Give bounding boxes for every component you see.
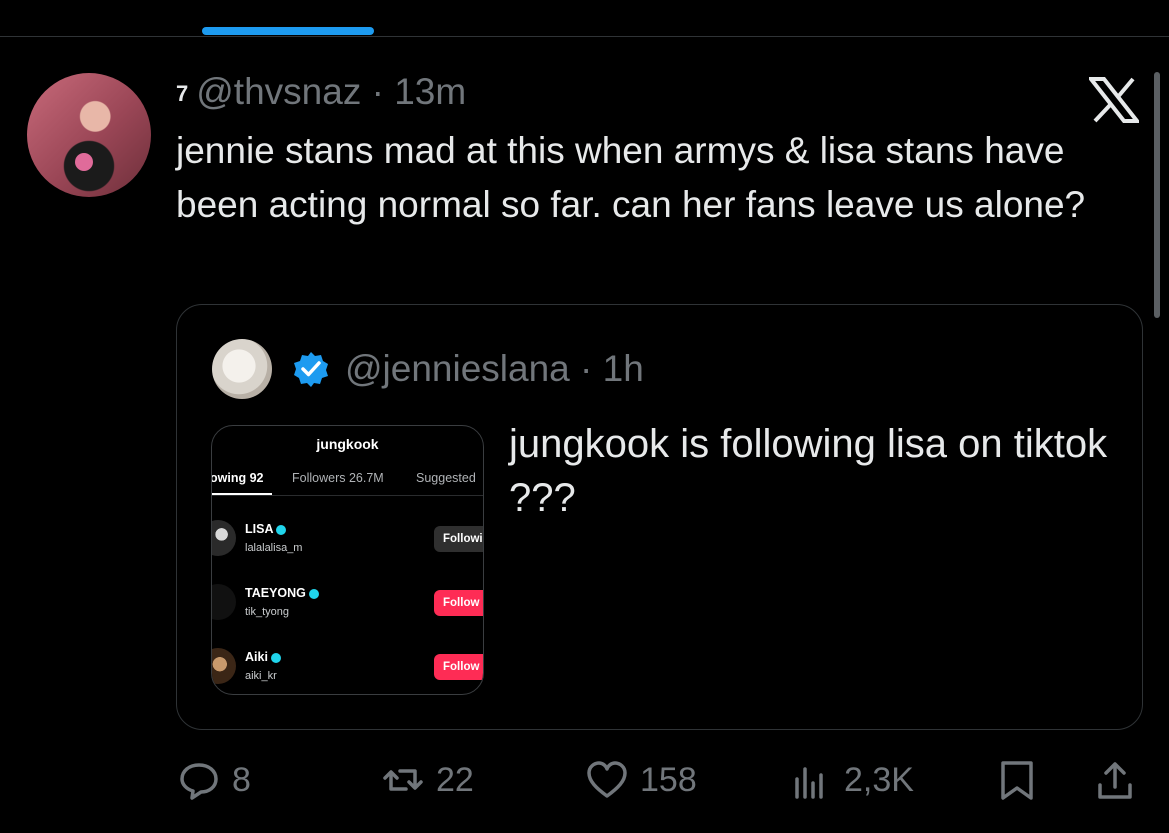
avatar-detail: [75, 153, 93, 171]
author-display-name[interactable]: 7: [176, 81, 188, 106]
account-handle: lalalalisa_m: [245, 542, 303, 554]
verified-icon: [270, 652, 281, 663]
tab-indicator: [202, 27, 374, 35]
follow-button: Follow: [434, 590, 483, 616]
reply-icon: [180, 763, 218, 800]
like-button[interactable]: 158: [586, 752, 697, 808]
avatar: [212, 584, 236, 620]
reply-count: 8: [232, 760, 251, 799]
header-divider: [0, 36, 1169, 37]
avatar: [212, 648, 236, 684]
author-avatar[interactable]: [27, 73, 151, 197]
x-logo-icon: [1089, 77, 1139, 123]
like-icon: [587, 761, 627, 798]
tweet-header: 7 @thvsnaz · 13m: [176, 70, 466, 114]
like-count: 158: [640, 760, 697, 799]
retweet-count: 22: [436, 760, 474, 799]
account-name: Aiki: [245, 650, 281, 664]
quoted-tweet-text: jungkook is following lisa on tiktok ???: [509, 422, 1108, 520]
follow-button: Follow: [434, 654, 483, 680]
tweet-text: jennie stans mad at this when armys & li…: [176, 130, 1086, 225]
author-handle[interactable]: @thvsnaz: [196, 71, 361, 112]
reply-button[interactable]: 8: [178, 752, 251, 808]
tab-following: owing 92: [211, 471, 264, 485]
views-icon: [795, 767, 823, 799]
account-handle: aiki_kr: [245, 670, 277, 682]
tab-divider: [212, 495, 483, 496]
header-separator: ·: [361, 71, 395, 112]
share-icon: [1098, 762, 1132, 799]
avatar: [212, 520, 236, 556]
quoted-tweet[interactable]: @jennieslana · 1h jungkook owing 92 Foll…: [176, 304, 1143, 730]
tiktok-profile-title: jungkook: [316, 436, 379, 452]
following-button: Followi: [434, 526, 483, 552]
list-item: LISA lalalalisa_m Followi: [212, 518, 483, 574]
tab-followers: Followers 26.7M: [292, 471, 384, 485]
account-handle: tik_tyong: [245, 606, 290, 618]
verified-badge-icon: [294, 352, 328, 387]
views-button[interactable]: 2,3K: [790, 752, 914, 808]
list-item: Aiki aiki_kr Follow: [212, 646, 483, 694]
quoted-author-handle[interactable]: @jennieslana: [345, 348, 570, 389]
verified-icon: [308, 588, 319, 599]
retweet-icon: [383, 769, 423, 791]
bookmark-icon: [1001, 761, 1033, 800]
account-name: LISA: [245, 522, 287, 536]
action-bar: 8 22 158 2,3K: [0, 752, 1169, 808]
quoted-header-separator: ·: [569, 348, 603, 389]
attached-image[interactable]: jungkook owing 92 Followers 26.7M Sugges…: [211, 425, 484, 695]
views-count: 2,3K: [844, 760, 914, 799]
list-item: TAEYONG tik_tyong Follow: [212, 582, 483, 638]
tweet-time[interactable]: 13m: [394, 71, 466, 112]
tab-suggested: Suggested: [416, 471, 476, 485]
quoted-author-avatar[interactable]: [212, 339, 272, 399]
share-button[interactable]: [1094, 752, 1136, 808]
scrollbar[interactable]: [1154, 72, 1160, 318]
quoted-tweet-time[interactable]: 1h: [603, 348, 644, 389]
bookmark-button[interactable]: [996, 752, 1038, 808]
account-name: TAEYONG: [245, 586, 319, 600]
retweet-button[interactable]: 22: [382, 752, 474, 808]
verified-icon: [276, 524, 287, 535]
quoted-tweet-header: @jennieslana · 1h: [345, 347, 644, 391]
